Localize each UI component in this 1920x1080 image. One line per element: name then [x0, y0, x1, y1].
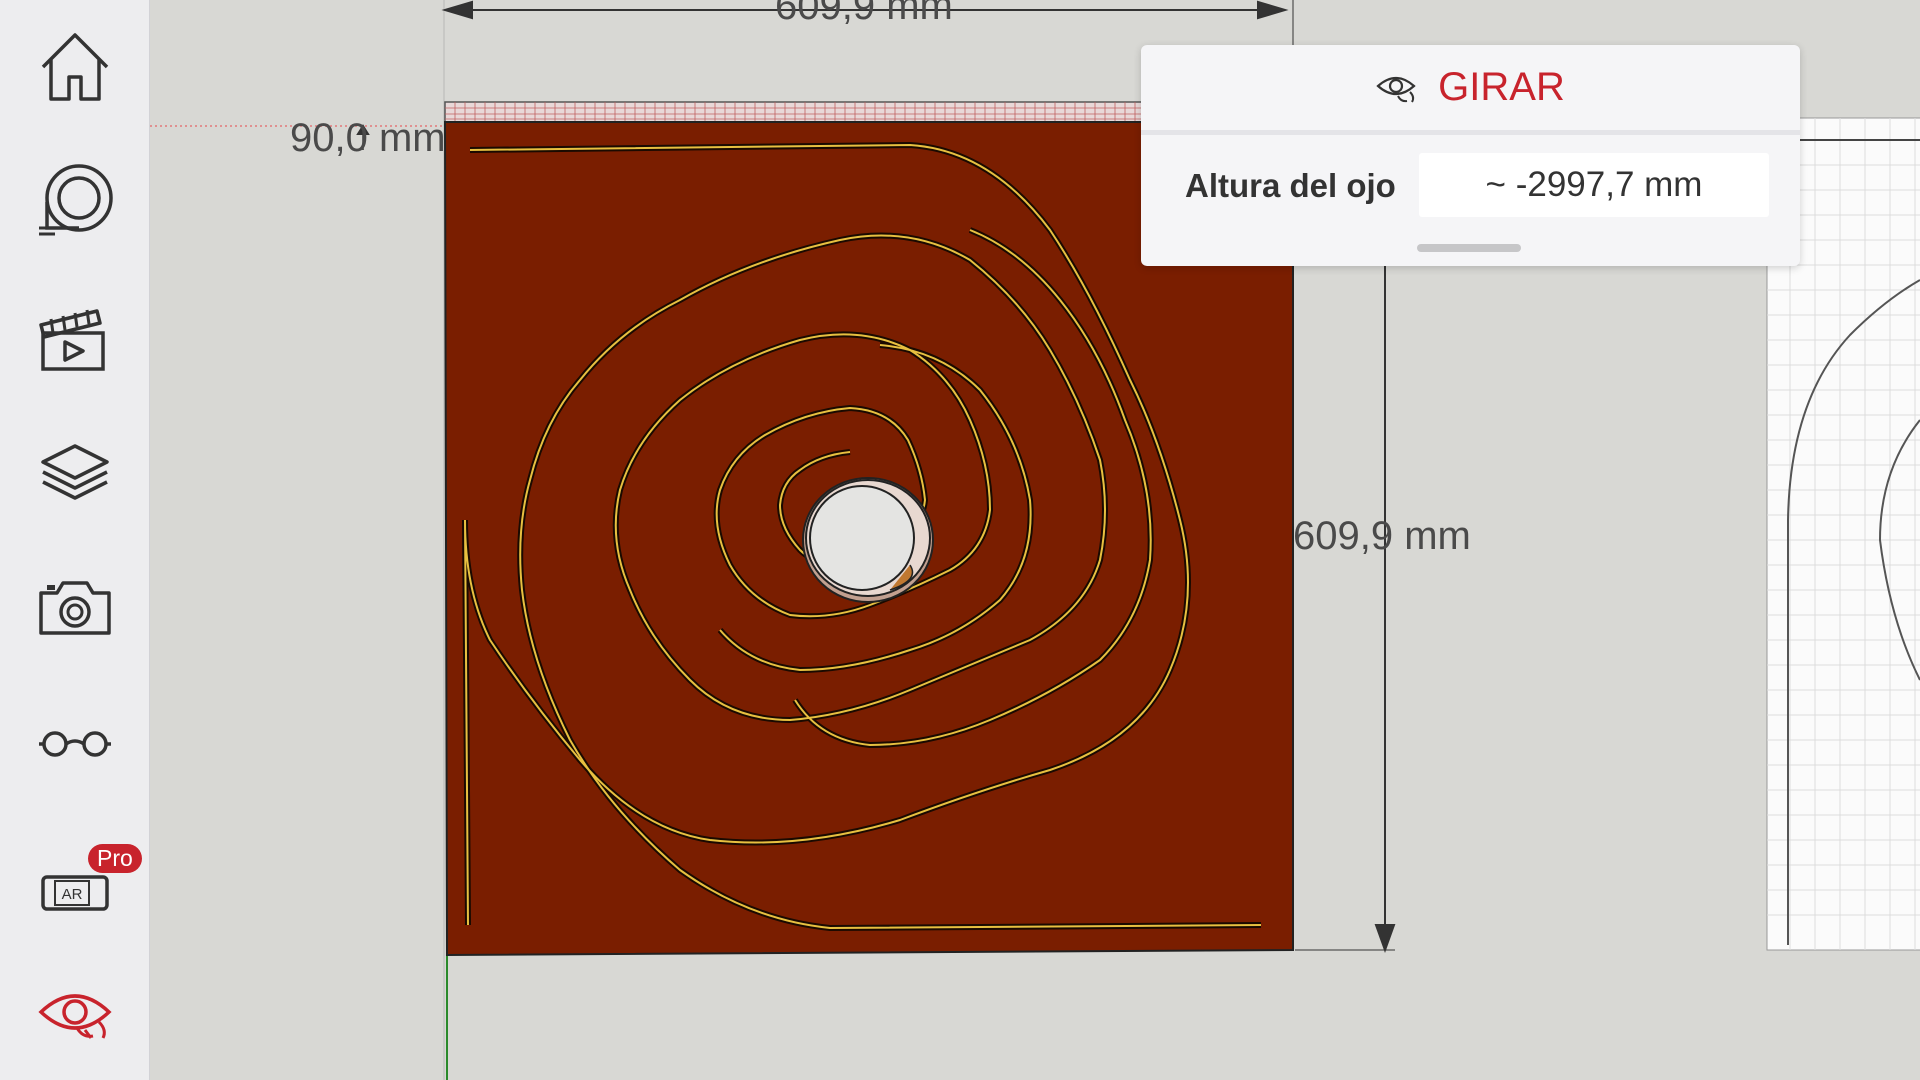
scenes-button[interactable] — [20, 282, 130, 392]
center-drain — [802, 477, 934, 603]
eye-height-field[interactable]: ~ -2997,7 mm — [1419, 153, 1769, 217]
camera-icon — [39, 581, 111, 635]
ar-viewer-button[interactable]: AR Pro — [20, 822, 142, 932]
offset-dimension-label: 90,0 mm — [290, 116, 446, 160]
tape-measure-icon — [39, 164, 113, 236]
glasses-icon — [39, 731, 111, 757]
look-around-panel: GIRAR Altura del ojo ~ -2997,7 mm — [1141, 45, 1800, 266]
pro-badge: Pro — [88, 844, 142, 873]
home-button[interactable] — [20, 12, 130, 122]
scenes-icon — [39, 309, 105, 371]
height-dimension-label: 609,9 mm — [1293, 514, 1471, 558]
width-dimension-label: 609,9 mm — [775, 0, 953, 28]
look-around-button[interactable] — [20, 957, 130, 1067]
camera-button[interactable] — [20, 552, 130, 662]
layers-button[interactable] — [20, 417, 130, 527]
panel-drag-handle[interactable] — [1417, 244, 1521, 252]
look-around-icon — [1376, 76, 1416, 103]
view-mode-button[interactable] — [20, 687, 130, 797]
home-icon — [41, 33, 109, 101]
panel-header: GIRAR — [1141, 45, 1800, 135]
eye-height-label: Altura del ojo — [1185, 167, 1396, 204]
layers-icon — [41, 444, 109, 500]
look-around-icon — [38, 994, 112, 1039]
panel-title: GIRAR — [1438, 65, 1565, 109]
tape-measure-button[interactable] — [20, 147, 130, 257]
left-toolbar: AR Pro — [0, 0, 150, 1080]
svg-text:AR: AR — [62, 886, 83, 903]
